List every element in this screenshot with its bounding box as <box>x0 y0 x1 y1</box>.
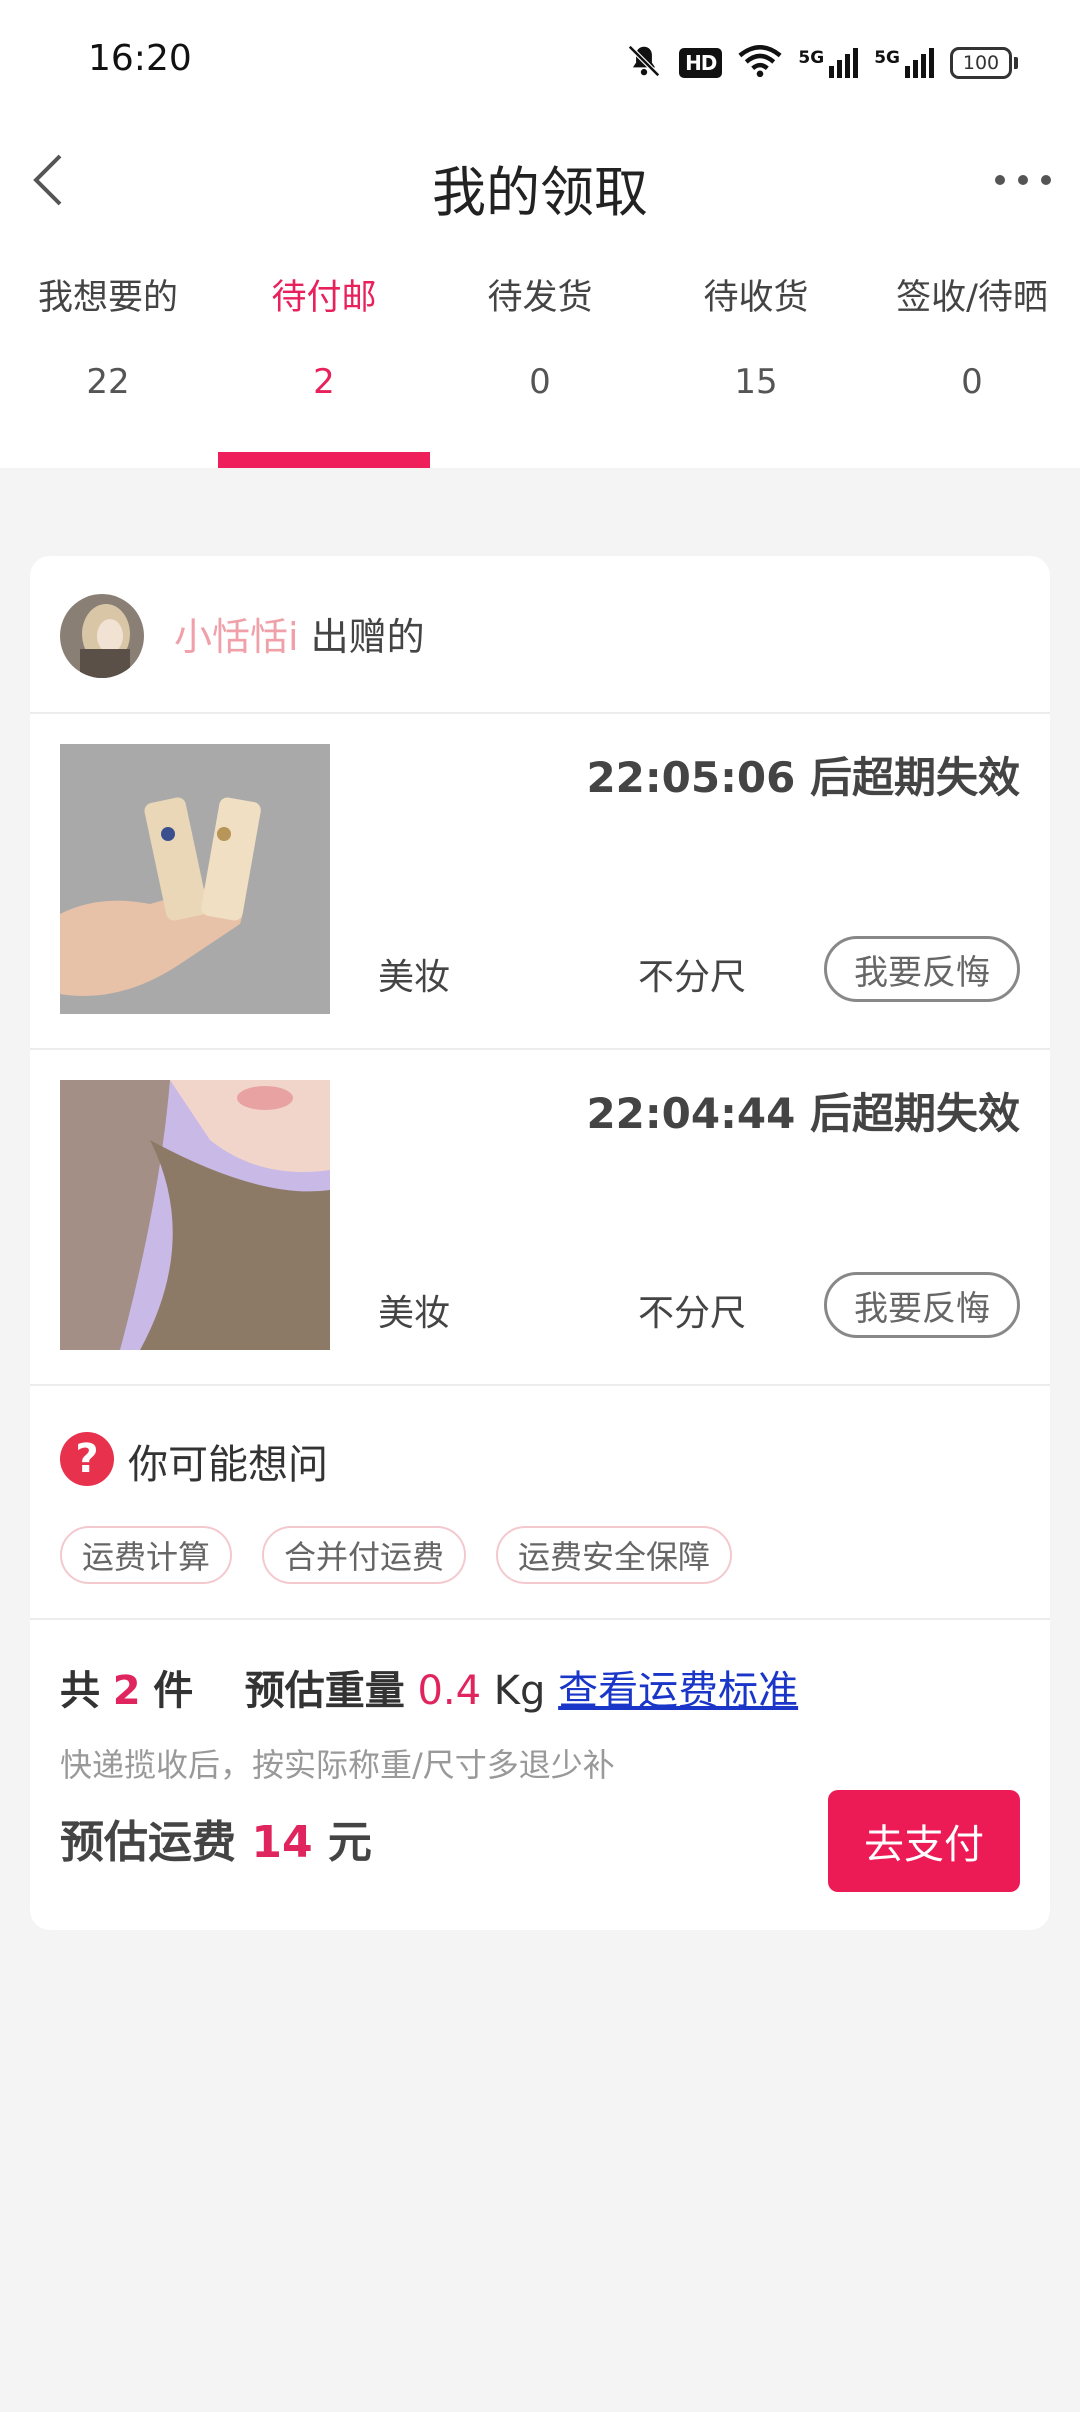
5g-signal-icon: 5G <box>874 48 934 78</box>
faq-chip-shipping-calc[interactable]: 运费计算 <box>60 1526 233 1584</box>
nav-bar: 我的领取 <box>0 124 1080 238</box>
mute-bell-icon <box>625 42 663 84</box>
weight-label: 预估重量 <box>244 1668 405 1714</box>
tab-pending-postage[interactable]: 待付邮 2 <box>216 262 432 468</box>
tab-signed-showcase[interactable]: 签收/待晒 0 <box>864 262 1080 468</box>
faq-chip-shipping-guarantee[interactable]: 运费安全保障 <box>496 1526 733 1584</box>
product-image[interactable] <box>60 744 330 1014</box>
product-image[interactable] <box>60 1080 330 1350</box>
tab-count: 22 <box>86 362 130 402</box>
tab-pending-receive[interactable]: 待收货 15 <box>648 262 864 468</box>
tab-want[interactable]: 我想要的 22 <box>0 262 216 468</box>
item-size: 不分尺 <box>638 957 747 998</box>
more-button[interactable] <box>988 160 1058 200</box>
status-bar: 16:20 HD 5G 5G 100 <box>0 0 1080 124</box>
battery-icon: 100 <box>950 47 1018 79</box>
weight-unit: Kg <box>493 1668 546 1714</box>
tab-count: 0 <box>529 362 551 402</box>
hd-icon: HD <box>679 48 723 78</box>
item-size: 不分尺 <box>638 1293 747 1334</box>
tab-count: 0 <box>961 362 983 402</box>
status-time: 16:20 <box>88 38 192 79</box>
count-prefix: 共 <box>60 1668 100 1714</box>
seller-suffix: 出赠的 <box>298 615 425 659</box>
summary-line: 共 2 件 预估重量 0.4 Kg 查看运费标准 <box>60 1658 798 1716</box>
seller-row[interactable]: 小恬恬i 出赠的 <box>30 556 1050 714</box>
weight-note: 快递揽收后，按实际称重/尺寸多退少补 <box>60 1746 615 1784</box>
tab-count: 15 <box>734 362 778 402</box>
page-title: 我的领取 <box>432 161 648 224</box>
fee-value: 14 <box>251 1817 313 1868</box>
fee-unit: 元 <box>327 1817 372 1868</box>
pay-button[interactable]: 去支付 <box>828 1790 1020 1892</box>
fee-label: 预估运费 <box>60 1817 236 1868</box>
more-dots-icon <box>995 175 1051 185</box>
expire-countdown: 22:04:44 后超期失效 <box>586 1089 1020 1138</box>
expire-countdown: 22:05:06 后超期失效 <box>586 753 1020 802</box>
faq-title: 你可能想问 <box>128 1442 328 1488</box>
network-label: 5G <box>798 48 825 68</box>
count-suffix: 件 <box>153 1668 194 1714</box>
weight-value: 0.4 <box>417 1668 482 1714</box>
tab-label: 待发货 <box>487 278 593 318</box>
regret-button[interactable]: 我要反悔 <box>824 1272 1020 1338</box>
list-item[interactable]: 22:05:06 后超期失效 美妆 不分尺 我要反悔 <box>30 714 1050 1050</box>
battery-level: 100 <box>950 47 1012 79</box>
item-category: 美妆 <box>378 1293 451 1334</box>
item-category: 美妆 <box>378 957 451 998</box>
fee-line: 预估运费 14 元 <box>60 1806 372 1870</box>
active-tab-indicator <box>218 452 430 468</box>
tab-label: 待收货 <box>703 278 809 318</box>
regret-button[interactable]: 我要反悔 <box>824 936 1020 1002</box>
5g-signal-icon: 5G <box>798 48 859 78</box>
status-icons: HD 5G 5G 100 <box>625 42 1018 84</box>
list-item[interactable]: 22:04:44 后超期失效 美妆 不分尺 我要反悔 <box>30 1050 1050 1386</box>
tab-label: 签收/待晒 <box>896 278 1048 318</box>
faq-section: ? 你可能想问 运费计算 合并付运费 运费安全保障 <box>30 1386 1050 1620</box>
question-icon: ? <box>60 1432 114 1486</box>
item-count: 2 <box>112 1668 141 1714</box>
order-card: 小恬恬i 出赠的 22:05:06 后超期失效 美妆 不分尺 我要反悔 22:0… <box>30 556 1050 1930</box>
shipping-standard-link[interactable]: 查看运费标准 <box>558 1668 798 1714</box>
wifi-icon <box>738 44 782 82</box>
faq-chips: 运费计算 合并付运费 运费安全保障 <box>60 1526 733 1584</box>
tab-label: 我想要的 <box>37 278 178 318</box>
seller-info: 小恬恬i 出赠的 <box>174 606 425 661</box>
tab-pending-ship[interactable]: 待发货 0 <box>432 262 648 468</box>
avatar[interactable] <box>60 594 144 678</box>
tab-label: 待付邮 <box>271 278 377 318</box>
tab-bar: 我想要的 22 待付邮 2 待发货 0 待收货 15 签收/待晒 0 <box>0 238 1080 468</box>
faq-chip-merge-shipping[interactable]: 合并付运费 <box>262 1526 467 1584</box>
seller-name[interactable]: 小恬恬i <box>174 615 299 659</box>
network-label: 5G <box>874 48 900 68</box>
payment-summary: 共 2 件 预估重量 0.4 Kg 查看运费标准 快递揽收后，按实际称重/尺寸多… <box>30 1620 1050 1924</box>
tab-count: 2 <box>313 362 335 402</box>
